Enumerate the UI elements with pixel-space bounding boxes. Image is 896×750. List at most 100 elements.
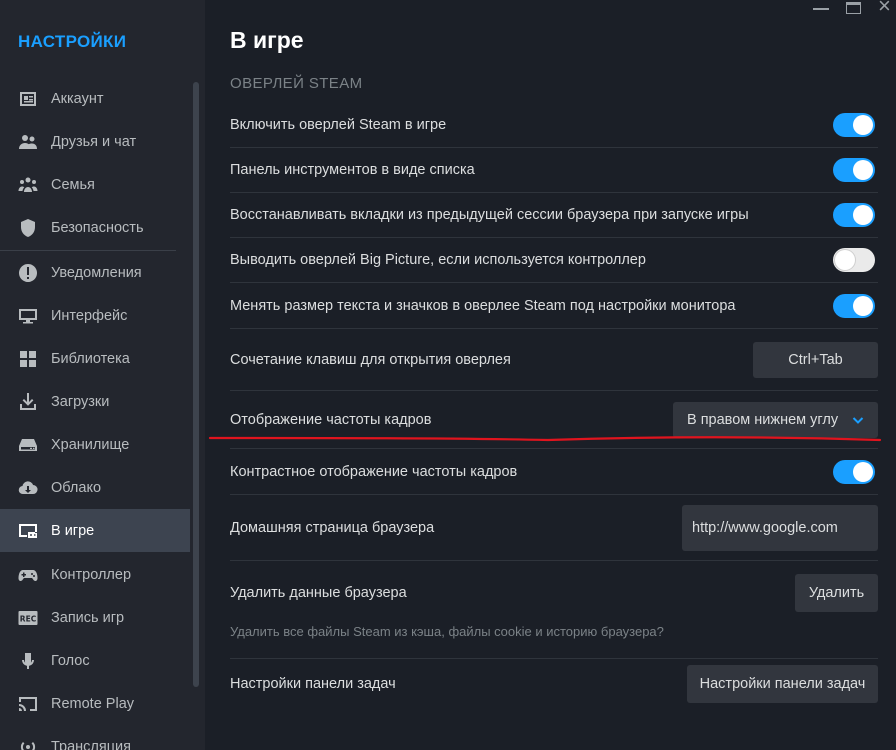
toggle-knob [853, 160, 873, 180]
setting-label: Менять размер текста и значков в оверлее… [230, 297, 736, 314]
storage-icon [18, 435, 38, 455]
toggle-knob [853, 461, 873, 482]
setting-label: Отображение частоты кадров [230, 411, 432, 428]
sidebar-item-cloud[interactable]: Облако [0, 466, 190, 509]
friends-icon [18, 132, 38, 152]
setting-label: Удалить данные браузера [230, 585, 407, 601]
delete-browser-description: Удалить все файлы Steam из кэша, файлы c… [230, 624, 664, 639]
fps-position-dropdown[interactable]: В правом нижнем углу [673, 401, 878, 438]
setting-label: Панель инструментов в виде списка [230, 162, 475, 178]
setting-row-fps: Отображение частоты кадров В правом нижн… [230, 391, 878, 449]
setting-label: Восстанавливать вкладки из предыдущей се… [230, 207, 749, 223]
sidebar: НАСТРОЙКИ Аккаунт Друзья и чат Семья Без… [0, 0, 205, 750]
sidebar-item-storage[interactable]: Хранилище [0, 423, 190, 466]
page-title: В игре [230, 27, 304, 53]
notification-icon [18, 263, 38, 283]
toggle-knob [853, 205, 873, 225]
fps-position-value: В правом нижнем углу [687, 411, 839, 428]
sidebar-scrollbar[interactable] [193, 82, 199, 687]
setting-label: Включить оверлей Steam в игре [230, 117, 447, 133]
setting-label: Контрастное отображение частоты кадров [230, 463, 518, 480]
setting-row-overlay-enable: Включить оверлей Steam в игре [230, 103, 878, 148]
setting-row-fps-contrast: Контрастное отображение частоты кадров [230, 449, 878, 495]
setting-row-restore-tabs: Восстанавливать вкладки из предыдущей се… [230, 193, 878, 238]
sidebar-item-label: Интерфейс [51, 307, 128, 324]
sidebar-item-label: Аккаунт [51, 90, 104, 107]
overlay-enable-toggle[interactable] [833, 113, 875, 137]
setting-label: Выводить оверлей Big Picture, если испол… [230, 252, 646, 268]
delete-browser-data-button[interactable]: Удалить [795, 574, 878, 612]
sidebar-item-controller[interactable]: Контроллер [0, 553, 190, 596]
sidebar-item-label: Безопасность [51, 219, 144, 236]
rec-icon: REC [18, 608, 38, 628]
in-game-icon [18, 521, 38, 541]
sidebar-item-label: Облако [51, 479, 102, 496]
sidebar-item-label: Загрузки [51, 393, 110, 410]
close-button[interactable]: × [878, 0, 891, 17]
sidebar-item-label: Голос [51, 652, 90, 669]
sidebar-item-label: Семья [51, 176, 95, 193]
svg-text:REC: REC [20, 614, 37, 623]
resize-text-toggle[interactable] [833, 293, 875, 318]
sidebar-item-label: Друзья и чат [51, 133, 137, 150]
monitor-icon [18, 306, 38, 326]
taskbar-settings-button[interactable]: Настройки панели задач [687, 665, 878, 703]
sidebar-divider [0, 250, 176, 251]
sidebar-item-in-game[interactable]: В игре [0, 509, 190, 552]
maximize-button[interactable] [846, 2, 861, 14]
download-icon [18, 392, 38, 412]
sidebar-item-label: Библиотека [51, 350, 130, 367]
homepage-url-input[interactable]: http://www.google.com [682, 504, 878, 551]
settings-title: НАСТРОЙКИ [18, 32, 127, 51]
sidebar-item-label: Запись игр [51, 609, 125, 626]
sidebar-item-library[interactable]: Библиотека [0, 337, 190, 380]
setting-row-big-picture: Выводить оверлей Big Picture, если испол… [230, 238, 878, 283]
sidebar-item-family[interactable]: Семья [0, 163, 190, 206]
sidebar-item-broadcast[interactable]: Трансляция [0, 725, 190, 750]
restore-tabs-toggle[interactable] [833, 203, 875, 227]
controller-icon [18, 565, 38, 585]
sidebar-item-friends[interactable]: Друзья и чат [0, 120, 190, 163]
setting-row-delete-browser: Удалить данные браузера Удалить [230, 561, 878, 659]
big-picture-toggle[interactable] [833, 248, 875, 272]
sidebar-item-notifications[interactable]: Уведомления [0, 251, 190, 294]
shield-icon [18, 218, 38, 238]
toolbar-list-toggle[interactable] [833, 158, 875, 182]
sidebar-item-account[interactable]: Аккаунт [0, 77, 190, 120]
sidebar-item-remote-play[interactable]: Remote Play [0, 682, 190, 725]
toggle-knob [853, 115, 873, 135]
cloud-icon [18, 478, 38, 498]
overlay-shortcut-button[interactable]: Ctrl+Tab [753, 341, 878, 378]
fps-contrast-toggle[interactable] [833, 459, 875, 484]
sidebar-item-interface[interactable]: Интерфейс [0, 294, 190, 337]
sidebar-item-label: Контроллер [51, 566, 132, 583]
setting-row-homepage: Домашняя страница браузера http://www.go… [230, 495, 878, 561]
minimize-button[interactable] [813, 8, 829, 10]
family-icon [18, 175, 38, 195]
sidebar-item-label: Трансляция [51, 738, 131, 750]
toggle-knob [835, 250, 855, 270]
setting-row-resize-text: Менять размер текста и значков в оверлее… [230, 283, 878, 329]
sidebar-item-label: В игре [51, 522, 95, 539]
sidebar-item-security[interactable]: Безопасность [0, 206, 190, 249]
setting-label: Домашняя страница браузера [230, 519, 435, 536]
sidebar-item-label: Хранилище [51, 436, 130, 453]
library-grid-icon [18, 349, 38, 369]
setting-label: Сочетание клавиш для открытия оверлея [230, 351, 511, 368]
microphone-icon [18, 651, 38, 671]
sidebar-item-game-recording[interactable]: REC Запись игр [0, 596, 190, 639]
setting-label: Настройки панели задач [230, 676, 396, 692]
sidebar-item-voice[interactable]: Голос [0, 639, 190, 682]
setting-row-shortcut: Сочетание клавиш для открытия оверлея Ct… [230, 329, 878, 391]
account-card-icon [18, 89, 38, 109]
toggle-knob [853, 295, 873, 316]
broadcast-icon [18, 737, 38, 750]
sidebar-item-label: Remote Play [51, 695, 135, 712]
chevron-down-icon [852, 414, 864, 426]
sidebar-item-label: Уведомления [51, 264, 142, 281]
section-title: ОВЕРЛЕЙ STEAM [230, 75, 363, 92]
setting-row-toolbar-list: Панель инструментов в виде списка [230, 148, 878, 193]
sidebar-item-downloads[interactable]: Загрузки [0, 380, 190, 423]
remote-play-icon [18, 694, 38, 714]
setting-row-taskbar: Настройки панели задач Настройки панели … [230, 659, 878, 709]
